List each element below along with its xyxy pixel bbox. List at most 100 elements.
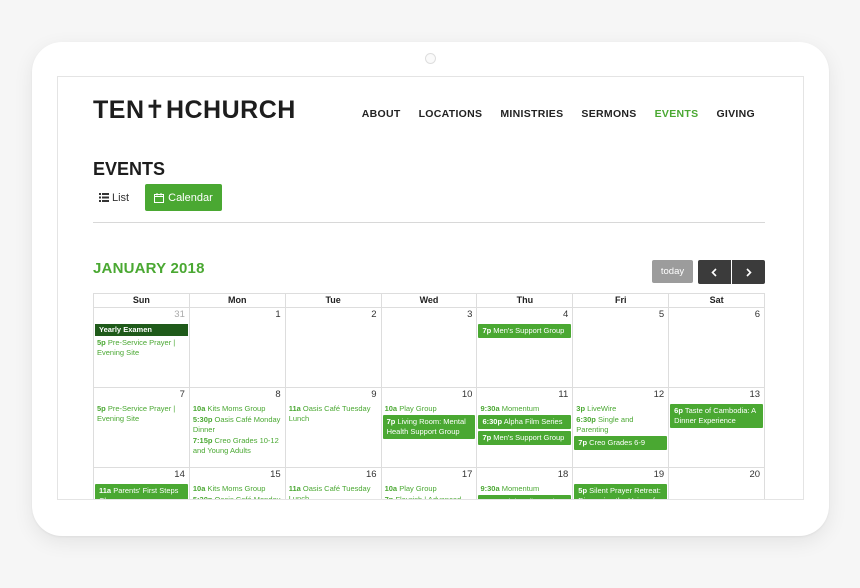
calendar-event[interactable]: 7:15p Creo Grades 10-12 and Young Adults (191, 436, 284, 456)
day-number: 14 (174, 469, 185, 480)
day-number: 4 (563, 309, 569, 320)
weekday-label: Sun (94, 294, 190, 308)
list-icon (99, 193, 109, 202)
calendar-event[interactable]: 6:30p Single and Parenting (574, 415, 667, 435)
calendar-event[interactable]: 10a Kits Moms Group (191, 484, 284, 494)
calendar-event[interactable]: 6p Taste of Cambodia: A Dinner Experienc… (670, 404, 764, 428)
view-toggle: List Calendar (93, 184, 222, 211)
calendar-day[interactable]: 3 (381, 308, 478, 388)
calendar-event[interactable]: 7p Living Room: Mental Health Support Gr… (382, 415, 476, 439)
calendar-event[interactable]: 5:30p Oasis Café Monday Dinner (191, 495, 284, 499)
nav-sermons[interactable]: SERMONS (581, 108, 636, 120)
calendar-day[interactable]: 20 (669, 468, 766, 499)
event-time: 7:15p (192, 436, 213, 445)
site-logo[interactable]: TEN✝HCHURCH (93, 95, 296, 125)
nav-locations[interactable]: LOCATIONS (419, 108, 483, 120)
event-title: Momentum (501, 484, 540, 493)
calendar-day[interactable]: 8 10a Kits Moms Group 5:30p Oasis Café Mon… (189, 388, 286, 468)
calendar-icon (154, 192, 165, 203)
day-number: 12 (653, 389, 665, 400)
calendar-event[interactable]: 11a Oasis Café Tuesday Lunch (287, 404, 380, 424)
calendar-event[interactable]: 11a Parents' First Steps Class (95, 484, 188, 499)
weekday-label: Thu (477, 294, 574, 308)
calendar-event[interactable]: 10a Play Group (383, 484, 476, 494)
calendar-event[interactable]: 11a Oasis Café Tuesday Lunch (287, 484, 380, 499)
event-time: 11a (288, 484, 301, 493)
calendar-event[interactable]: Yearly Examen (95, 324, 188, 336)
calendar-day[interactable]: 1 (189, 308, 286, 388)
calendar-event[interactable]: 7p Flourish | Advanced (383, 495, 476, 500)
calendar-event[interactable]: 9:30a Momentum (478, 484, 571, 494)
calendar-day[interactable]: 12 3p LiveWire 6:30p Single and Parenting 7… (573, 388, 670, 468)
calendar-event[interactable]: 5p Silent Prayer Retreat: Discerning the… (574, 484, 668, 499)
calendar-day[interactable]: 13 6p Taste of Cambodia: A Dinner Experie… (669, 388, 766, 468)
today-button[interactable]: today (652, 260, 693, 283)
day-number: 6 (754, 309, 761, 320)
calendar-event[interactable]: 9:30a Momentum (478, 404, 571, 414)
nav-ministries[interactable]: MINISTRIES (500, 108, 563, 120)
event-time: 6:30p (482, 497, 502, 499)
calendar-day[interactable]: 11 9:30a Momentum 6:30p Alpha Film Series 7… (477, 388, 574, 468)
calendar-view-button[interactable]: Calendar (145, 184, 222, 211)
calendar-day[interactable]: 189:30a Momentum6:30p Alpha Film Series (477, 468, 574, 499)
nav-events[interactable]: EVENTS (655, 108, 699, 120)
event-title: Kits Moms Group (207, 484, 266, 493)
month-title: JANUARY 2018 (93, 260, 205, 277)
calendar-day[interactable]: 19 5p Silent Prayer Retreat: Discerning t… (573, 468, 670, 499)
next-month-button[interactable] (732, 260, 765, 284)
calendar-event[interactable]: 7p Creo Grades 6-9 (574, 436, 668, 450)
calendar-event[interactable]: 10a Play Group (383, 404, 476, 414)
calendar-day[interactable]: 15 10a Kits Moms Group 5:30p Oasis Café Mo… (190, 468, 286, 499)
weekday-label: Mon (189, 294, 286, 308)
calendar-day[interactable]: 16 11a Oasis Café Tuesday Lunch (286, 468, 382, 499)
calendar-grid: Sun Mon Tue Wed Thu Fri Sat 31 Yearly Exa… (93, 293, 766, 500)
event-time: 10a (192, 404, 206, 413)
day-number: 10 (461, 389, 473, 400)
nav-about[interactable]: ABOUT (362, 108, 401, 120)
calendar-event[interactable]: 5p Pre-Service Prayer | Evening Site (95, 404, 188, 424)
calendar-event[interactable]: 3p LiveWire (574, 404, 667, 414)
calendar-event[interactable]: 6:30p Alpha Film Series (478, 415, 572, 429)
calendar-event[interactable]: 5:30p Oasis Café Monday Dinner (191, 415, 284, 435)
calendar-event[interactable]: 7p Men's Support Group (478, 324, 572, 338)
calendar-week: 7 5p Pre-Service Prayer | Evening Site 8 10… (94, 388, 766, 468)
event-title: Creo Grades 6-9 (589, 438, 646, 447)
day-number: 5 (658, 309, 665, 320)
day-number: 16 (366, 469, 377, 480)
day-number: 2 (371, 309, 377, 320)
calendar-day[interactable]: 6 (669, 308, 766, 388)
nav-giving[interactable]: GIVING (716, 108, 755, 120)
list-view-button[interactable]: List (93, 192, 135, 204)
calendar-event[interactable]: 6:30p Alpha Film Series (478, 495, 572, 499)
day-number: 8 (275, 389, 281, 400)
event-title: Momentum (501, 404, 540, 413)
event-title: Parents' First Steps Class (99, 486, 179, 499)
calendar-day[interactable]: 9 11a Oasis Café Tuesday Lunch (285, 388, 382, 468)
calendar-event[interactable]: 5p Pre-Service Prayer | Evening Site (95, 338, 188, 358)
calendar-day[interactable]: 4 7p Men's Support Group (477, 308, 574, 388)
event-time: 5p (578, 486, 588, 495)
calendar-day[interactable]: 31 Yearly Examen 5p Pre-Service Prayer | E… (94, 308, 190, 388)
event-time: 7p (578, 438, 588, 447)
browser-screen: TEN✝HCHURCH ABOUT LOCATIONS MINISTRIES S… (57, 76, 804, 500)
event-time: 7p (386, 417, 396, 426)
calendar-day[interactable]: 5 (573, 308, 670, 388)
divider (93, 222, 765, 223)
event-time: 3p (576, 404, 586, 413)
day-number: 31 (174, 309, 185, 320)
event-title: Flourish | Advanced (395, 495, 462, 500)
event-time: 10a (384, 404, 398, 413)
calendar-day[interactable]: 14 11a Parents' First Steps Class (94, 468, 190, 499)
main-nav: ABOUT LOCATIONS MINISTRIES SERMONS EVENT… (362, 108, 755, 120)
calendar-day[interactable]: 7 5p Pre-Service Prayer | Evening Site (94, 388, 190, 468)
calendar-day[interactable]: 17 10a Play Group 7p Flourish | Advanced (382, 468, 478, 500)
event-title: Play Group (399, 404, 437, 413)
calendar-event[interactable]: 7p Men's Support Group (478, 431, 572, 445)
page-title: EVENTS (93, 159, 166, 179)
calendar-day[interactable]: 10 10a Play Group 7p Living Room: Mental H… (381, 388, 478, 468)
calendar-day[interactable]: 2 (285, 308, 382, 388)
calendar-event[interactable]: 10a Kits Moms Group (191, 404, 284, 414)
event-title: Pre-Service Prayer | Evening Site (97, 338, 176, 357)
prev-month-button[interactable] (698, 260, 731, 284)
event-time: 5:30p (192, 415, 213, 424)
